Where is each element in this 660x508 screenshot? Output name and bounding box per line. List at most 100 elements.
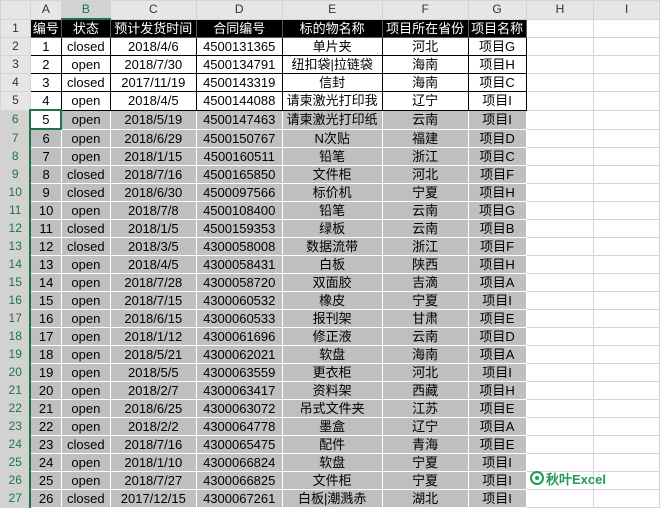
data-cell[interactable]: 24 (29, 453, 62, 472)
data-cell[interactable]: 2018/7/8 (109, 201, 197, 220)
empty-cell[interactable] (593, 219, 660, 238)
data-cell[interactable]: 项目I (467, 453, 527, 472)
data-cell[interactable]: 4300062021 (195, 345, 283, 364)
data-cell[interactable]: 项目G (467, 37, 527, 56)
column-header-b[interactable]: B (60, 0, 111, 20)
empty-cell[interactable] (593, 55, 660, 74)
data-cell[interactable]: 浙江 (381, 237, 469, 256)
empty-cell[interactable] (593, 489, 660, 508)
data-cell[interactable]: 4300063072 (195, 399, 283, 418)
data-cell[interactable]: 15 (29, 291, 62, 310)
data-cell[interactable]: 宁夏 (381, 183, 469, 202)
data-cell[interactable]: open (60, 255, 111, 274)
data-cell[interactable]: 2018/5/21 (109, 345, 197, 364)
data-cell[interactable]: open (60, 417, 111, 436)
data-cell[interactable]: open (60, 128, 111, 148)
data-cell[interactable]: open (60, 471, 111, 490)
empty-cell[interactable] (525, 345, 595, 364)
empty-cell[interactable] (525, 309, 595, 328)
data-cell[interactable]: 2018/7/28 (109, 273, 197, 292)
data-cell[interactable]: 4300058431 (195, 255, 283, 274)
data-cell[interactable]: 16 (29, 309, 62, 328)
data-cell[interactable]: 2018/4/6 (109, 37, 197, 56)
data-cell[interactable]: 17 (29, 327, 62, 346)
data-cell[interactable]: 项目I (467, 109, 527, 130)
empty-cell[interactable] (525, 91, 595, 111)
column-header-h[interactable]: H (525, 0, 595, 20)
data-cell[interactable]: 海南 (381, 345, 469, 364)
data-cell[interactable]: 22 (29, 417, 62, 436)
column-header-d[interactable]: D (195, 0, 283, 20)
data-cell[interactable]: open (60, 309, 111, 328)
data-cell[interactable]: open (60, 147, 111, 166)
data-cell[interactable]: 2018/7/15 (109, 291, 197, 310)
data-cell[interactable]: 报刊架 (281, 309, 383, 328)
data-cell[interactable]: 18 (29, 345, 62, 364)
data-cell[interactable]: 23 (29, 435, 62, 454)
data-cell[interactable]: 辽宁 (381, 417, 469, 436)
column-header-i[interactable]: I (593, 0, 660, 20)
empty-cell[interactable] (525, 128, 595, 148)
data-cell[interactable]: 请柬激光打印纸 (281, 109, 383, 130)
data-cell[interactable]: 4500143319 (195, 73, 283, 92)
row-header[interactable]: 20 (0, 363, 32, 382)
data-cell[interactable]: 项目I (467, 363, 527, 382)
header-cell[interactable]: 编号 (29, 18, 62, 38)
header-cell[interactable]: 项目所在省份 (381, 18, 469, 38)
data-cell[interactable]: 4300067261 (195, 489, 283, 508)
empty-cell[interactable] (525, 183, 595, 202)
empty-cell[interactable] (525, 237, 595, 256)
header-cell[interactable]: 合同编号 (195, 18, 283, 38)
data-cell[interactable]: 4300058008 (195, 237, 283, 256)
data-cell[interactable]: 橡皮 (281, 291, 383, 310)
data-cell[interactable]: 26 (29, 489, 62, 508)
empty-cell[interactable] (593, 91, 660, 111)
data-cell[interactable]: 13 (29, 255, 62, 274)
data-cell[interactable]: 2018/1/10 (109, 453, 197, 472)
data-cell[interactable]: open (60, 363, 111, 382)
data-cell[interactable]: 2 (29, 55, 62, 74)
empty-cell[interactable] (525, 147, 595, 166)
data-cell[interactable]: 2018/6/29 (109, 128, 197, 148)
data-cell[interactable]: 吉滴 (381, 273, 469, 292)
empty-cell[interactable] (525, 381, 595, 400)
empty-cell[interactable] (593, 183, 660, 202)
data-cell[interactable]: closed (60, 489, 111, 508)
data-cell[interactable]: 2018/5/5 (109, 363, 197, 382)
data-cell[interactable]: open (60, 345, 111, 364)
row-header[interactable]: 2 (0, 37, 31, 56)
data-cell[interactable]: 10 (29, 201, 62, 220)
data-cell[interactable]: 4300065475 (195, 435, 283, 454)
data-cell[interactable]: 项目G (467, 201, 527, 220)
data-cell[interactable]: 项目C (467, 147, 527, 166)
row-header[interactable]: 17 (0, 309, 32, 328)
row-header[interactable]: 8 (0, 147, 32, 166)
data-cell[interactable]: 河北 (381, 165, 469, 184)
row-header[interactable]: 13 (0, 237, 32, 256)
header-cell[interactable]: 预计发货时间 (109, 18, 197, 38)
data-cell[interactable]: 2018/2/2 (109, 417, 197, 436)
data-cell[interactable]: 信封 (281, 73, 383, 92)
data-cell[interactable]: 河北 (381, 363, 469, 382)
empty-cell[interactable] (593, 147, 660, 166)
data-cell[interactable]: open (60, 381, 111, 400)
data-cell[interactable]: 辽宁 (381, 91, 469, 111)
row-header[interactable]: 24 (0, 435, 32, 454)
empty-cell[interactable] (593, 381, 660, 400)
empty-cell[interactable] (593, 273, 660, 292)
data-cell[interactable]: 海南 (381, 73, 469, 92)
row-header[interactable]: 25 (0, 453, 32, 472)
empty-cell[interactable] (525, 55, 595, 74)
data-cell[interactable]: closed (60, 183, 111, 202)
data-cell[interactable]: 浙江 (381, 147, 469, 166)
data-cell[interactable]: 2018/4/5 (109, 255, 197, 274)
data-cell[interactable]: 4300066824 (195, 453, 283, 472)
data-cell[interactable]: open (60, 399, 111, 418)
empty-cell[interactable] (525, 363, 595, 382)
data-cell[interactable]: 陕西 (381, 255, 469, 274)
data-cell[interactable]: 4500147463 (195, 109, 283, 130)
data-cell[interactable]: 2018/7/16 (109, 165, 197, 184)
empty-cell[interactable] (593, 201, 660, 220)
empty-cell[interactable] (593, 255, 660, 274)
data-cell[interactable]: 铅笔 (281, 147, 383, 166)
